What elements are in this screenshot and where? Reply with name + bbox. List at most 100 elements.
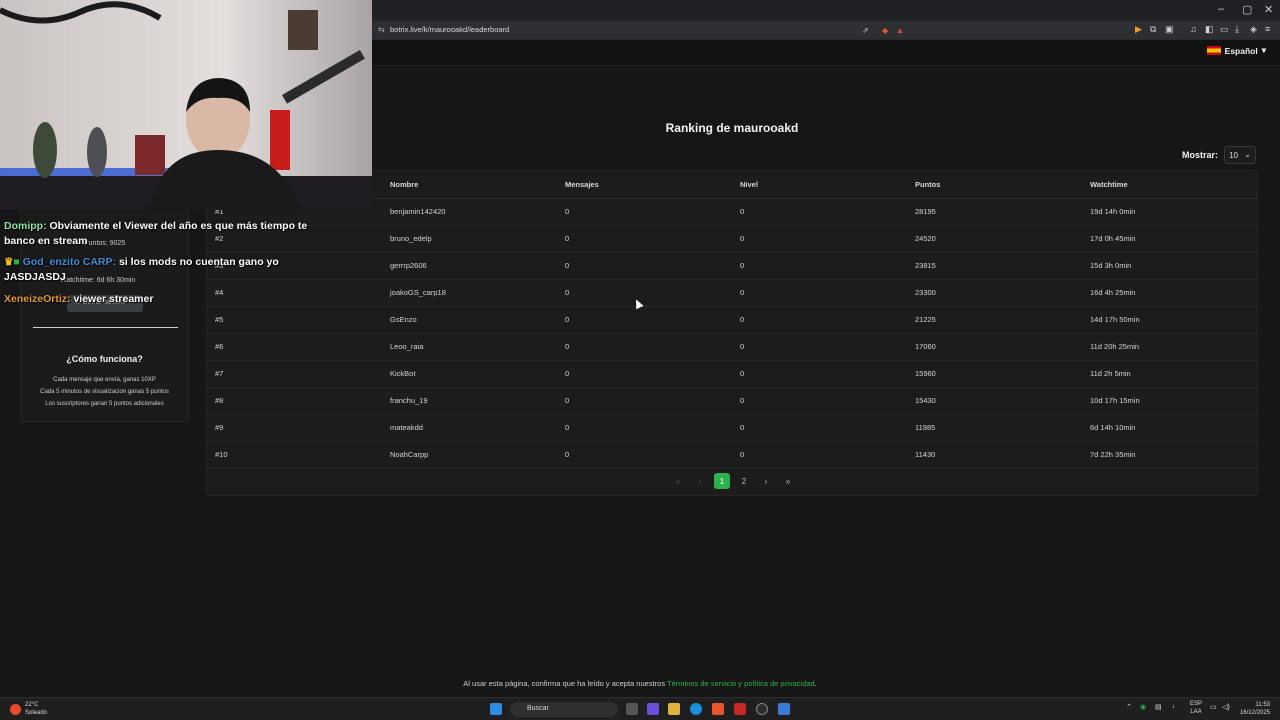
task-view-icon[interactable] <box>626 703 638 715</box>
messages-cell: 0 <box>557 360 732 388</box>
table-row: #7 KickBot 0 0 15960 11d 2h 5min <box>207 360 1257 388</box>
messages-cell: 0 <box>557 441 732 469</box>
level-cell: 0 <box>732 333 907 361</box>
screenshot-icon[interactable]: ▣ <box>1165 24 1174 35</box>
name-cell: bruno_edelp <box>382 225 557 253</box>
tray-chevron-icon[interactable]: ⌃ <box>1126 703 1132 711</box>
level-cell: 0 <box>732 198 907 226</box>
points-cell: 17060 <box>907 333 1082 361</box>
chat-username: Domipp: <box>4 220 47 232</box>
chat-message-continued: banco en stream <box>4 235 88 247</box>
maximize-icon[interactable]: ▢ <box>1242 3 1252 16</box>
level-cell: 0 <box>732 414 907 442</box>
points-cell: 23300 <box>907 279 1082 307</box>
clock[interactable]: 11:53 16/12/2025 <box>1240 701 1270 717</box>
app-icon[interactable] <box>778 703 790 715</box>
name-cell: NoahCarpp <box>382 441 557 469</box>
vpn-icon[interactable]: ◈ <box>1250 24 1257 35</box>
level-cell: 0 <box>732 360 907 388</box>
col-name-header[interactable]: Nombre <box>382 171 557 199</box>
table-row: #2 bruno_edelp 0 0 24520 17d 0h 45min <box>207 225 1257 253</box>
watchtime-cell: 11d 20h 25min <box>1082 333 1257 361</box>
play-icon[interactable]: ▶ <box>1135 24 1142 35</box>
webcam-image <box>0 0 372 210</box>
download-icon[interactable]: ⤓ <box>1235 24 1239 35</box>
watchtime-cell: 7d 22h 35min <box>1082 441 1257 469</box>
watchtime-cell: 10d 17h 15min <box>1082 387 1257 415</box>
date: 16/12/2025 <box>1239 710 1270 716</box>
col-points-header[interactable]: Puntos <box>907 171 1082 199</box>
monitor-icon[interactable]: ▭ <box>1210 703 1217 711</box>
volume-icon[interactable]: ◁) <box>1222 703 1230 711</box>
file-explorer-icon[interactable] <box>668 703 680 715</box>
next-page-button[interactable]: › <box>758 473 774 489</box>
rank-cell: #8 <box>207 387 382 415</box>
page-size-value: 10 <box>1229 151 1238 160</box>
watchtime-cell: 17d 0h 45min <box>1082 225 1257 253</box>
site-info-icon[interactable]: ⇆ <box>378 25 385 34</box>
chevron-down-icon: ▾ <box>1261 45 1266 55</box>
watchtime-cell: 15d 3h 0min <box>1082 252 1257 280</box>
page-size-control: Mostrar: 10 ⌄ <box>1182 146 1256 164</box>
page-1-button[interactable]: 1 <box>714 473 730 489</box>
table-row: #10 NoahCarpp 0 0 11430 7d 22h 35min <box>207 441 1257 469</box>
chevron-down-icon: ⌄ <box>1244 150 1251 159</box>
start-icon[interactable] <box>490 703 502 715</box>
page-2-button[interactable]: 2 <box>736 473 752 489</box>
col-watchtime-header[interactable]: Watchtime <box>1082 171 1257 199</box>
tray-app-icon[interactable]: ▤ <box>1155 703 1162 711</box>
page-size-select[interactable]: 10 ⌄ <box>1224 146 1256 164</box>
teams-icon[interactable] <box>647 703 659 715</box>
watchtime-cell: 14d 17h 50min <box>1082 306 1257 334</box>
music-icon[interactable]: ♫ <box>1190 24 1197 34</box>
name-cell: gerrrp2606 <box>382 252 557 280</box>
close-icon[interactable]: ✕ <box>1264 3 1273 16</box>
prev-page-button[interactable]: ‹ <box>692 473 708 489</box>
edge-icon[interactable] <box>690 703 702 715</box>
shield-icon[interactable]: ◆ <box>882 26 888 35</box>
first-page-button[interactable]: « <box>670 473 686 489</box>
share-icon[interactable]: ⇗ <box>862 26 869 35</box>
rewards-icon[interactable]: ▲ <box>896 26 904 35</box>
wallet-icon[interactable]: ▭ <box>1220 24 1229 35</box>
how-line: Cada 5 minutos de visualizacion ganas 5 … <box>40 389 169 395</box>
name-cell: joakoGS_carp18 <box>382 279 557 307</box>
taskbar-search[interactable]: Buscar <box>510 702 618 717</box>
sidebar-icon[interactable]: ◧ <box>1205 24 1214 35</box>
how-it-works-title: ¿Cómo funciona? <box>66 354 143 364</box>
footer-text: Al usar esta página, confirma que ha leí… <box>463 679 668 688</box>
minimize-icon[interactable]: – <box>1218 3 1224 15</box>
obs-icon[interactable] <box>756 703 768 715</box>
webcam-overlay <box>0 0 372 210</box>
input-language[interactable]: ESP LAA <box>1190 700 1202 716</box>
watchtime-cell: 6d 14h 10min <box>1082 414 1257 442</box>
name-cell: mateakdd <box>382 414 557 442</box>
badge-icon: ■ <box>13 256 20 268</box>
url-text[interactable]: botrix.live/k/maurooakd/leaderboard <box>390 25 509 34</box>
search-label: Buscar <box>527 705 549 712</box>
app-icon[interactable] <box>734 703 746 715</box>
last-page-button[interactable]: » <box>780 473 796 489</box>
tray-app-icon[interactable]: ◉ <box>1140 703 1146 711</box>
terms-link[interactable]: Términos de servicio y política de priva… <box>667 679 815 688</box>
url-field[interactable]: ⇆ botrix.live/k/maurooakd/leaderboard ⇗ … <box>374 22 1280 38</box>
table-row: #6 Leoo_raia 0 0 17060 11d 20h 25min <box>207 333 1257 361</box>
col-level-header[interactable]: Nivel <box>732 171 907 199</box>
messages-cell: 0 <box>557 225 732 253</box>
chat-username: XeneizeOrtiz: <box>4 293 71 305</box>
chat-username: God_enzito CARP: <box>22 256 117 268</box>
rank-cell: #7 <box>207 360 382 388</box>
col-messages-header[interactable]: Mensajes <box>557 171 732 199</box>
footer: Al usar esta página, confirma que ha leí… <box>0 679 1280 688</box>
level-cell: 0 <box>732 252 907 280</box>
name-cell: franchu_19 <box>382 387 557 415</box>
language-label: Español <box>1224 45 1258 56</box>
weather-widget[interactable]: 22°C Soleado <box>10 701 47 717</box>
crown-badge-icon: ♛ <box>4 256 14 268</box>
brave-icon[interactable] <box>712 703 724 715</box>
language-selector[interactable]: Español ▾ <box>1206 45 1266 56</box>
extension-icon[interactable]: ⧉ <box>1150 24 1156 35</box>
microphone-icon[interactable]: ♩ <box>1172 703 1179 710</box>
menu-icon[interactable]: ≡ <box>1265 24 1270 34</box>
taskbar: 22°C Soleado Buscar ⌃ ◉ ▤ ♩ ESP LAA ▭ ◁)… <box>0 697 1280 720</box>
